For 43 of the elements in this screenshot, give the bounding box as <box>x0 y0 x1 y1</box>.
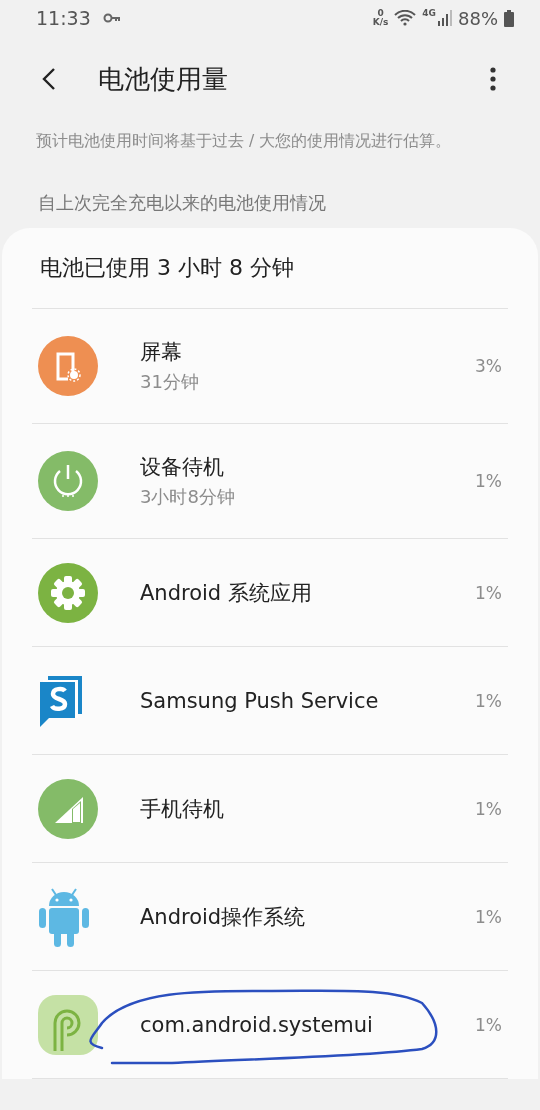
usage-summary: 电池已使用 3 小时 8 分钟 <box>32 228 508 309</box>
item-duration: 3小时8分钟 <box>140 485 236 509</box>
item-name: 设备待机 <box>140 454 225 481</box>
section-title: 自上次完全充电以来的电池使用情况 <box>37 191 327 215</box>
usage-item[interactable]: 手机待机 1% <box>32 755 508 863</box>
screen-brightness-icon <box>38 336 98 396</box>
item-name: Samsung Push Service <box>140 688 380 713</box>
usage-percent: 1% <box>475 582 503 603</box>
back-icon <box>42 67 56 91</box>
usage-item[interactable]: Samsung Push Service 1% <box>32 647 508 755</box>
network-type: 4G <box>422 8 436 18</box>
estimate-note: 预计电池使用时间将基于过去 / 大您的使用情况进行估算。 <box>35 131 453 152</box>
network-speed: 0 K/s <box>372 9 389 27</box>
usage-percent: 1% <box>475 906 503 927</box>
power-icon <box>38 451 98 511</box>
usage-percent: 1% <box>475 471 503 491</box>
usage-item[interactable]: 设备待机 3小时8分钟 1% <box>32 424 508 539</box>
usage-percent: 1% <box>475 690 503 711</box>
usage-item[interactable]: Android 系统应用 1% <box>32 539 508 647</box>
usage-item[interactable]: com.android.systemui 1% <box>32 971 508 1079</box>
gear-icon <box>38 562 98 623</box>
item-name: com.android.systemui <box>140 1012 374 1037</box>
usage-percent: 3% <box>475 356 503 376</box>
item-name: 屏幕 <box>140 339 183 366</box>
more-icon <box>490 67 496 91</box>
item-name: Android 系统应用 <box>140 579 313 607</box>
battery-percent: 88% <box>458 7 498 29</box>
usage-item[interactable]: Android操作系统 1% <box>32 863 508 971</box>
usage-item[interactable]: 屏幕 31分钟 3% <box>32 309 508 424</box>
usage-percent: 1% <box>475 798 503 819</box>
signal-icon <box>438 10 452 26</box>
key-icon <box>102 13 121 23</box>
signal-standby-icon <box>38 778 98 839</box>
usage-percent: 1% <box>475 1014 503 1035</box>
item-name: Android操作系统 <box>140 903 307 931</box>
p-letter-icon <box>38 994 98 1055</box>
item-name: 手机待机 <box>140 795 225 823</box>
status-time: 11:33 <box>36 7 91 29</box>
chat-s-icon <box>38 673 84 728</box>
battery-icon <box>504 9 514 27</box>
item-duration: 31分钟 <box>140 370 200 394</box>
wifi-icon <box>394 10 417 26</box>
page-title: 电池使用量 <box>98 62 228 96</box>
